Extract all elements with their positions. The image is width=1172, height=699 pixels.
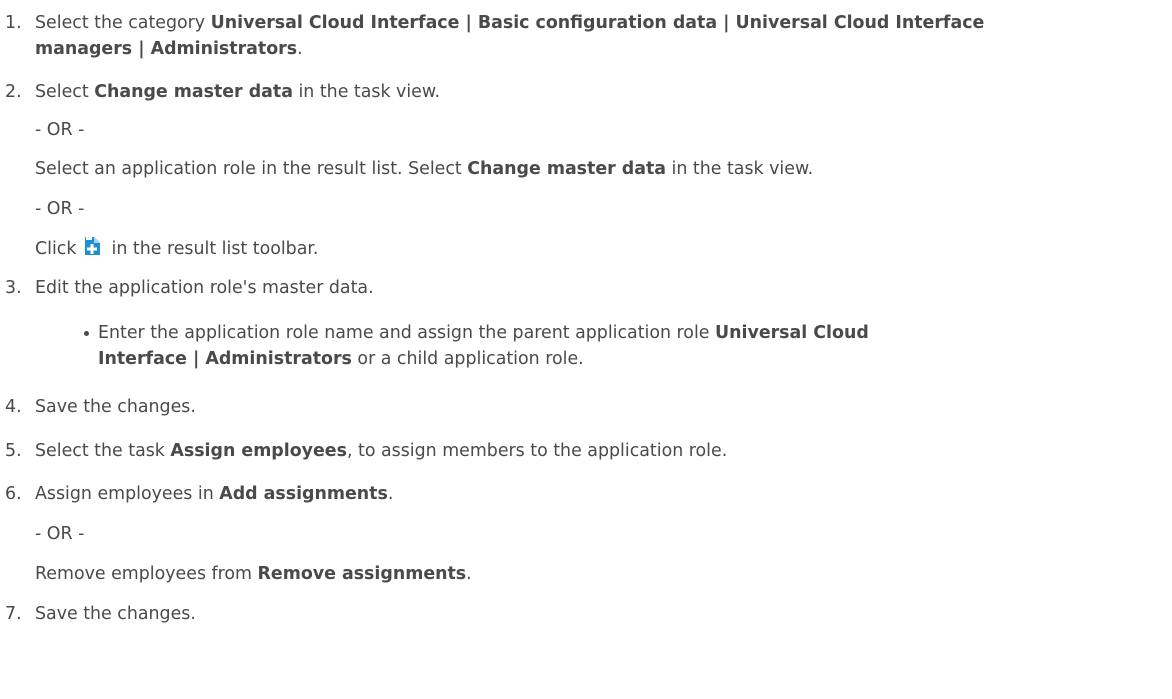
step-number: 2. xyxy=(5,82,22,102)
form-name: Add assignments xyxy=(219,484,388,504)
step-number: 1. xyxy=(5,13,22,33)
application-role-path-continued: Interface | Administrators xyxy=(98,349,352,369)
alternative-1: Select an application role in the result… xyxy=(35,159,814,179)
bullet-text: Enter the application role name and assi… xyxy=(98,323,869,343)
alternative-2: Click in the result list toolbar. xyxy=(35,235,318,262)
step-number: 4. xyxy=(5,397,22,417)
bullet-text-continued: Interface | Administrators or a child ap… xyxy=(98,349,584,369)
step-text: Select Change master data in the task vi… xyxy=(35,82,441,102)
form-name: Remove assignments xyxy=(257,564,467,584)
step-number: 5. xyxy=(5,441,22,461)
add-new-icon xyxy=(82,235,104,257)
step-text-continued: managers | Administrators. xyxy=(35,39,303,59)
task-name: Change master data xyxy=(94,82,293,102)
step-number: 7. xyxy=(5,604,22,624)
step-text: Save the changes. xyxy=(35,604,196,624)
or-separator: - OR - xyxy=(35,199,85,219)
step-number: 3. xyxy=(5,278,22,298)
category-path-continued: managers | Administrators xyxy=(35,39,298,59)
step-text: Assign employees in Add assignments. xyxy=(35,484,394,504)
step-text: Edit the application role's master data. xyxy=(35,278,374,298)
task-name: Change master data xyxy=(467,159,667,179)
application-role-path: Universal Cloud xyxy=(715,323,869,343)
alternative-1: Remove employees from Remove assignments… xyxy=(35,564,472,584)
bullet-dot xyxy=(84,331,89,336)
step-text: Save the changes. xyxy=(35,397,196,417)
instructions-document: 1. Select the category Universal Cloud I… xyxy=(0,0,1172,699)
or-separator: - OR - xyxy=(35,524,85,544)
task-name: Assign employees xyxy=(170,441,347,461)
step-number: 6. xyxy=(5,484,22,504)
step-text: Select the task Assign employees, to ass… xyxy=(35,441,728,461)
or-separator: - OR - xyxy=(35,120,85,140)
category-path: Universal Cloud Interface | Basic config… xyxy=(210,13,985,33)
step-text: Select the category Universal Cloud Inte… xyxy=(35,13,985,33)
